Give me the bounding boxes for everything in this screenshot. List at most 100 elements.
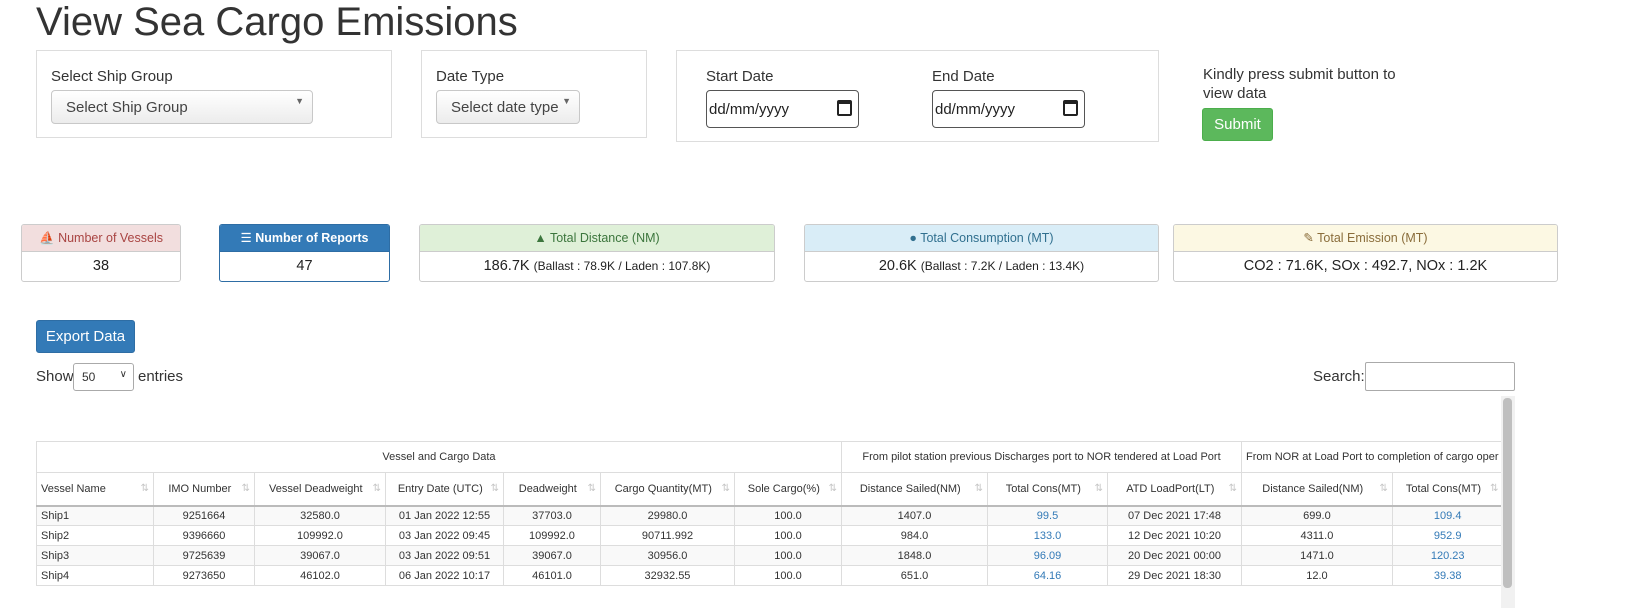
table-cell: 07 Dec 2021 17:48 <box>1107 505 1242 526</box>
vessels-stat-value: 38 <box>92 258 110 274</box>
table-cell: Ship3 <box>36 545 154 566</box>
column-header[interactable]: Total Cons(MT) ⇅ <box>1391 472 1504 507</box>
sort-icon[interactable]: ⇅ <box>491 483 499 494</box>
column-header-label: Sole Cargo(%) <box>747 482 820 495</box>
ship-group-panel: Select Ship Group Select Ship Group ▼ <box>36 50 392 138</box>
column-header-label: Total Cons(MT) <box>1405 482 1482 495</box>
date-range-panel: Start Date dd/mm/yyyy End Date dd/mm/yyy… <box>676 50 1159 142</box>
table-cell: 9725639 <box>153 545 255 566</box>
distance-stat-detail: (Ballast : 78.9K / Laden : 107.8K) <box>533 259 711 273</box>
table-cell: 39067.0 <box>254 545 386 566</box>
start-date-placeholder: dd/mm/yyyy <box>709 101 790 118</box>
sort-icon[interactable]: ⇅ <box>242 483 250 494</box>
table-cell[interactable]: 64.16 <box>987 565 1108 586</box>
table-row[interactable]: Ship2 9396660 109992.0 03 Jan 2022 09:45 109… <box>36 525 1504 546</box>
table-cell: 100.0 <box>734 545 842 566</box>
export-data-button[interactable]: Export Data <box>36 320 135 353</box>
column-header[interactable]: Vessel Name ⇅ <box>36 472 154 507</box>
column-header[interactable]: ATD LoadPort(LT) ⇅ <box>1107 472 1242 507</box>
sort-icon[interactable]: ⇅ <box>1095 483 1103 494</box>
consumption-stat-detail: (Ballast : 7.2K / Laden : 13.4K) <box>920 259 1085 273</box>
column-header[interactable]: Entry Date (UTC) ⇅ <box>385 472 504 507</box>
sort-icon[interactable]: ⇅ <box>1379 483 1387 494</box>
sort-icon[interactable]: ⇅ <box>373 483 381 494</box>
table-column-header-row: Vessel Name ⇅ IMO Number ⇅ Vessel Deadweight… <box>36 472 1504 507</box>
table-cell[interactable]: 952.9 <box>1391 525 1504 546</box>
entries-length-value: 50 <box>82 370 96 384</box>
table-cell: 29980.0 <box>600 505 735 526</box>
table-cell: 100.0 <box>734 525 842 546</box>
column-header-label: Distance Sailed(NM) <box>1262 482 1364 495</box>
table-cell[interactable]: 39.38 <box>1391 565 1504 586</box>
date-type-select[interactable]: Select date type ▼ <box>436 90 580 124</box>
show-label: Show <box>36 368 74 385</box>
date-type-label: Date Type <box>436 68 505 85</box>
end-date-placeholder: dd/mm/yyyy <box>935 101 1016 118</box>
table-cell: 46101.0 <box>503 565 601 586</box>
table-cell: 46102.0 <box>254 565 386 586</box>
sort-icon[interactable]: ⇅ <box>141 483 149 494</box>
end-date-input[interactable]: dd/mm/yyyy <box>932 90 1085 128</box>
table-body: Ship1 9251664 32580.0 01 Jan 2022 12:55 3770… <box>36 505 1504 586</box>
table-cell[interactable]: 109.4 <box>1391 505 1504 526</box>
table-cell: 9273650 <box>153 565 255 586</box>
column-header-label: Vessel Name <box>41 482 106 495</box>
table-cell[interactable]: 96.09 <box>987 545 1108 566</box>
sort-icon[interactable]: ⇅ <box>975 483 983 494</box>
table-cell[interactable]: 133.0 <box>987 525 1108 546</box>
table-cell: 03 Jan 2022 09:51 <box>385 545 504 566</box>
ship-icon: ⛵ <box>39 231 55 245</box>
table-cell: 109992.0 <box>254 525 386 546</box>
table-cell: 32932.55 <box>600 565 735 586</box>
entries-length-select[interactable]: 50 ∨ <box>73 363 134 391</box>
table-cell: Ship4 <box>36 565 154 586</box>
emission-stat-value: CO2 : 71.6K, SOx : 492.7, NOx : 1.2K <box>1243 258 1488 274</box>
consumption-stat-header: ● Total Consumption (MT) <box>805 225 1158 252</box>
table-row[interactable]: Ship1 9251664 32580.0 01 Jan 2022 12:55 3770… <box>36 505 1504 526</box>
column-header[interactable]: Vessel Deadweight ⇅ <box>254 472 386 507</box>
ship-group-select[interactable]: Select Ship Group ▼ <box>51 90 313 124</box>
group-header-nor-to-cargo: From NOR at Load Port to completion of c… <box>1241 441 1504 473</box>
table-cell: 9251664 <box>153 505 255 526</box>
column-header-label: IMO Number <box>168 482 232 495</box>
table-cell[interactable]: 120.23 <box>1391 545 1504 566</box>
distance-stat-header: ▲ Total Distance (NM) <box>420 225 774 252</box>
table-cell: 29 Dec 2021 18:30 <box>1107 565 1242 586</box>
column-header[interactable]: Distance Sailed(NM) ⇅ <box>841 472 988 507</box>
column-header[interactable]: Distance Sailed(NM) ⇅ <box>1241 472 1393 507</box>
search-input[interactable] <box>1365 362 1515 391</box>
caret-down-icon: ▼ <box>295 96 304 106</box>
submit-button[interactable]: Submit <box>1202 108 1273 141</box>
column-header[interactable]: Sole Cargo(%) ⇅ <box>734 472 842 507</box>
table-cell: Ship2 <box>36 525 154 546</box>
column-header[interactable]: Cargo Quantity(MT) ⇅ <box>600 472 735 507</box>
table-cell[interactable]: 99.5 <box>987 505 1108 526</box>
table-cell: 1471.0 <box>1241 545 1393 566</box>
vertical-scrollbar-thumb[interactable] <box>1503 398 1512 588</box>
column-header[interactable]: Total Cons(MT) ⇅ <box>987 472 1108 507</box>
table-cell: 39067.0 <box>503 545 601 566</box>
distance-stat-card: ▲ Total Distance (NM) 186.7K (Ballast : … <box>419 224 775 282</box>
table-cell: Ship1 <box>36 505 154 526</box>
table-row[interactable]: Ship4 9273650 46102.0 06 Jan 2022 10:17 4610… <box>36 565 1504 586</box>
emissions-table: Vessel and Cargo Data From pilot station… <box>36 441 1504 586</box>
sort-icon[interactable]: ⇅ <box>1229 483 1237 494</box>
road-icon: ▲ <box>534 231 547 245</box>
fire-icon: ✎ <box>1303 231 1314 245</box>
column-header[interactable]: Deadweight ⇅ <box>503 472 601 507</box>
calendar-icon[interactable] <box>1063 100 1078 116</box>
entries-label: entries <box>138 368 184 385</box>
calendar-icon[interactable] <box>837 100 852 116</box>
sort-icon[interactable]: ⇅ <box>588 483 596 494</box>
sort-icon[interactable]: ⇅ <box>722 483 730 494</box>
reports-stat-header: ☰ Number of Reports <box>220 225 389 252</box>
drop-icon: ● <box>909 231 917 245</box>
table-cell: 100.0 <box>734 505 842 526</box>
start-date-input[interactable]: dd/mm/yyyy <box>706 90 859 128</box>
sort-icon[interactable]: ⇅ <box>1490 483 1498 494</box>
sort-icon[interactable]: ⇅ <box>829 483 837 494</box>
table-row[interactable]: Ship3 9725639 39067.0 03 Jan 2022 09:51 3906… <box>36 545 1504 566</box>
column-header[interactable]: IMO Number ⇅ <box>153 472 255 507</box>
table-cell: 100.0 <box>734 565 842 586</box>
column-header-label: Entry Date (UTC) <box>397 482 483 495</box>
